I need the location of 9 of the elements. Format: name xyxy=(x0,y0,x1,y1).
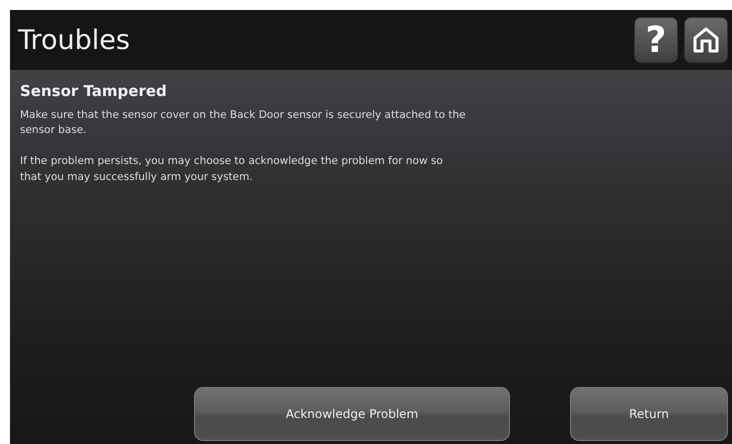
action-button[interactable]: Return xyxy=(570,387,728,441)
help-button[interactable]: ? xyxy=(634,17,678,63)
screen-title: Troubles xyxy=(18,24,131,56)
action-button[interactable]: Acknowledge Problem xyxy=(194,387,510,441)
home-button[interactable] xyxy=(684,17,728,63)
trouble-heading: Sensor Tampered xyxy=(20,82,168,100)
trouble-description: If the problem persists, you may choose to acknowledge the problem for now so that you may successfully arm your system. xyxy=(20,154,444,185)
home-icon xyxy=(691,26,721,54)
trouble-description: Make sure that the sensor cover on the Back Door sensor is securely attached to the sensor base. xyxy=(20,108,467,138)
